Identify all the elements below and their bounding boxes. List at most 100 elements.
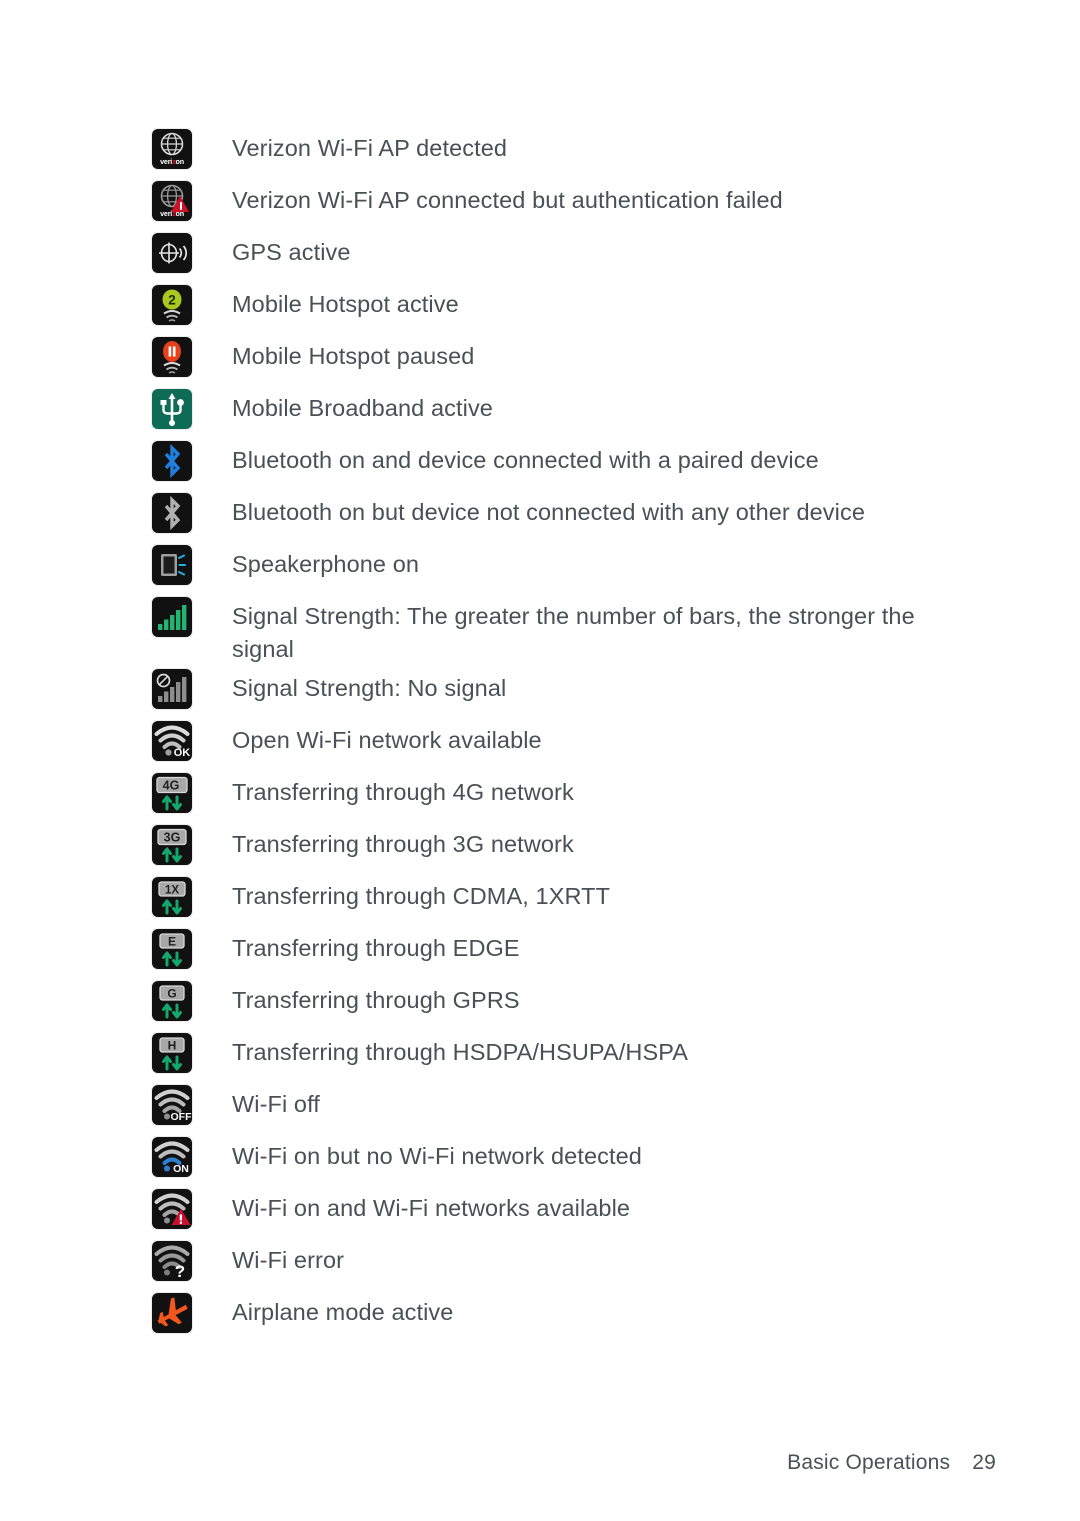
list-item: 2 Mobile Hotspot active (152, 282, 992, 334)
wifi-on-badge: ON (173, 1163, 189, 1175)
mobile-hotspot-active-icon: 2 (152, 285, 192, 325)
list-item-label: Bluetooth on and device connected with a… (232, 447, 819, 473)
list-item-label: Bluetooth on but device not connected wi… (232, 499, 865, 525)
list-item-label: Transferring through EDGE (232, 935, 520, 961)
list-item-label: Speakerphone on (232, 551, 420, 577)
icon-cell (152, 1186, 232, 1229)
bluetooth-on-icon (152, 493, 192, 533)
icon-cell: verizon (152, 126, 232, 169)
list-item: G Transferring through GPRS (152, 978, 992, 1030)
icon-cell: E (152, 926, 232, 969)
manual-page: verizon Verizon Wi-Fi AP detected verizo… (0, 0, 1080, 1521)
transfer-1x-icon: 1X (152, 877, 192, 917)
transfer-arrows-glyph (162, 847, 182, 863)
transfer-gprs-icon: G (152, 981, 192, 1021)
network-badge-glyph: G (159, 985, 185, 1019)
svg-text:3G: 3G (164, 831, 181, 845)
page-footer: Basic Operations 29 (787, 1451, 996, 1475)
list-item: verizon Verizon Wi-Fi AP connected but a… (152, 178, 992, 230)
list-item: 3G Transferring through 3G network (152, 822, 992, 874)
list-item-label: Signal Strength: The greater the number … (232, 603, 915, 662)
network-badge-glyph: H (159, 1037, 185, 1071)
icon-cell: 1X (152, 874, 232, 917)
network-badge-glyph: 4G (156, 776, 188, 811)
transfer-arrows-glyph (162, 1003, 182, 1019)
list-item: Airplane mode active (152, 1290, 992, 1342)
network-badge-glyph: 1X (158, 881, 186, 915)
signal-strength-none-icon (152, 669, 192, 709)
list-item: H Transferring through HSDPA/HSUPA/HSPA (152, 1030, 992, 1082)
list-item-label: Transferring through CDMA, 1XRTT (232, 883, 611, 909)
gps-active-icon (152, 233, 192, 273)
svg-text:G: G (167, 986, 176, 1000)
icon-cell: OFF (152, 1082, 232, 1125)
icon-cell (152, 666, 232, 709)
airplane-glyph (157, 1297, 188, 1327)
bluetooth-glyph (164, 443, 181, 479)
list-item-label: Transferring through 4G network (232, 779, 574, 805)
icon-cell: ? (152, 1238, 232, 1281)
globe-glyph (160, 132, 184, 156)
transfer-arrows-glyph (162, 1055, 182, 1071)
list-item: Wi-Fi on and Wi-Fi networks available (152, 1186, 992, 1238)
icon-cell (152, 594, 232, 637)
list-item: ON Wi-Fi on but no Wi-Fi network detecte… (152, 1134, 992, 1186)
list-item: 1X Transferring through CDMA, 1XRTT (152, 874, 992, 926)
hotspot-paused-glyph (163, 341, 181, 374)
speakerphone-glyph (161, 554, 186, 576)
transfer-arrows-glyph (162, 951, 182, 967)
svg-text:H: H (168, 1038, 177, 1052)
wifi-glyph: OK (154, 725, 190, 759)
bluetooth-glyph (164, 495, 181, 531)
list-item: Mobile Hotspot paused (152, 334, 992, 386)
transfer-edge-icon: E (152, 929, 192, 969)
list-item-label: Verizon Wi-Fi AP connected but authentic… (232, 187, 783, 213)
list-item-label: Open Wi-Fi network available (232, 727, 542, 753)
wifi-off-icon: OFF (152, 1085, 192, 1125)
list-item-label: Mobile Hotspot paused (232, 343, 475, 369)
list-item: verizon Verizon Wi-Fi AP detected (152, 126, 992, 178)
list-item: Signal Strength: No signal (152, 666, 992, 718)
wifi-glyph: ? (154, 1245, 190, 1281)
network-badge-glyph: E (159, 933, 185, 967)
verizon-wordmark: verizon (160, 209, 184, 218)
list-item: Bluetooth on and device connected with a… (152, 438, 992, 490)
footer-section-title: Basic Operations (787, 1451, 951, 1474)
speakerphone-on-icon (152, 545, 192, 585)
icon-cell: G (152, 978, 232, 1021)
svg-text:2: 2 (168, 293, 176, 308)
svg-text:1X: 1X (165, 884, 179, 896)
list-item: Signal Strength: The greater the number … (152, 594, 992, 666)
hotspot-glyph: 2 (162, 289, 182, 322)
list-item-label: Transferring through 3G network (232, 831, 574, 857)
list-item-label: Transferring through GPRS (232, 987, 520, 1013)
list-item-label: Airplane mode active (232, 1299, 454, 1325)
icon-cell: 3G (152, 822, 232, 865)
list-item: Bluetooth on but device not connected wi… (152, 490, 992, 542)
icon-cell: 4G (152, 770, 232, 813)
transfer-3g-icon: 3G (152, 825, 192, 865)
open-wifi-network-icon: OK (152, 721, 192, 761)
gps-crosshair-glyph (159, 242, 188, 264)
signal-bars-glyph (158, 605, 187, 630)
svg-text:E: E (168, 934, 176, 948)
list-item-label: GPS active (232, 239, 351, 265)
verizon-wifi-ap-detected-icon: verizon (152, 129, 192, 169)
icon-cell: verizon (152, 178, 232, 221)
icon-cell (152, 230, 232, 273)
icon-cell (152, 542, 232, 585)
icon-cell (152, 334, 232, 377)
list-item: ? Wi-Fi error (152, 1238, 992, 1290)
svg-text:4G: 4G (163, 779, 180, 793)
icon-cell: H (152, 1030, 232, 1073)
list-item: Speakerphone on (152, 542, 992, 594)
wifi-on-networks-available-icon (152, 1189, 192, 1229)
list-item-label: Wi-Fi on but no Wi-Fi network detected (232, 1143, 642, 1169)
list-item: OFF Wi-Fi off (152, 1082, 992, 1134)
transfer-hsdpa-icon: H (152, 1033, 192, 1073)
wifi-glyph: OFF (154, 1089, 192, 1123)
list-item-label: Wi-Fi off (232, 1091, 320, 1117)
signal-bars-none-glyph (156, 673, 187, 702)
icon-cell (152, 1290, 232, 1333)
usb-glyph (160, 393, 184, 426)
